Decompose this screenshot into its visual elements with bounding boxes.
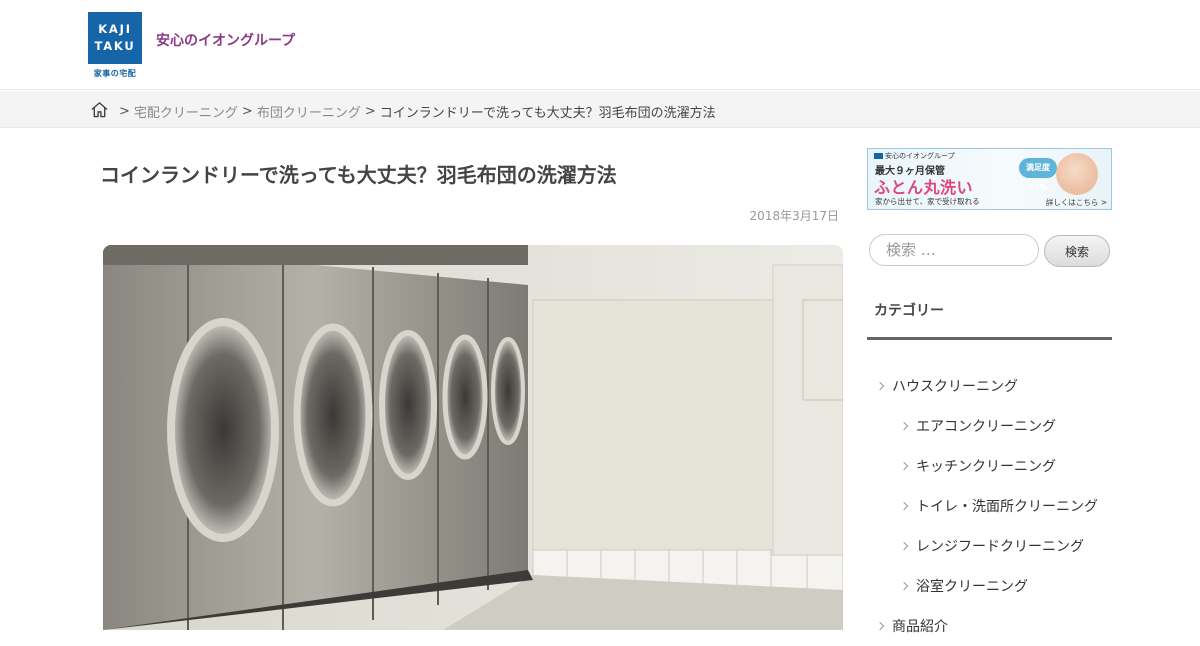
chevron-right-icon	[899, 581, 909, 591]
category-label: ハウスクリーニング	[892, 379, 1018, 395]
category-item-products[interactable]: 商品紹介	[867, 606, 1112, 646]
post-title: コインランドリーで洗っても大丈夫？羽毛布団の洗濯方法	[100, 163, 617, 187]
category-label: レンジフードクリーニング	[916, 539, 1084, 555]
hero-image	[103, 245, 843, 630]
search-button[interactable]: 検索	[1044, 235, 1110, 267]
site-logo[interactable]: KAJI TAKU 家事の宅配	[88, 12, 142, 80]
banner-details-link: 詳しくはこちら >	[1045, 198, 1107, 207]
satisfaction-badge: 満足度 97%	[1019, 158, 1057, 192]
breadcrumb-separator: >	[364, 104, 376, 119]
banner-brand: 安心のイオングループ	[874, 151, 955, 161]
category-label: キッチンクリーニング	[916, 459, 1056, 475]
category-item-toilet-cleaning[interactable]: トイレ・洗面所クリーニング	[867, 486, 1112, 526]
breadcrumb: > 宅配クリーニング > 布団クリーニング > コインランドリーで洗っても大丈夫…	[90, 101, 716, 122]
breadcrumb-current: コインランドリーで洗っても大丈夫？羽毛布団の洗濯方法	[379, 106, 716, 121]
category-item-rangehood-cleaning[interactable]: レンジフードクリーニング	[867, 526, 1112, 566]
category-item-kitchen-cleaning[interactable]: キッチンクリーニング	[867, 446, 1112, 486]
chevron-right-icon	[899, 501, 909, 511]
chevron-right-icon	[899, 541, 909, 551]
logo-line1: KAJI	[98, 22, 132, 36]
category-label: 浴室クリーニング	[916, 579, 1028, 595]
home-icon[interactable]	[90, 101, 115, 122]
category-list: ハウスクリーニング エアコンクリーニング キッチンクリーニング トイレ・洗面所ク…	[867, 366, 1112, 646]
breadcrumb-item-futon-cleaning[interactable]: 布団クリーニング	[257, 102, 361, 121]
logo-line2: TAKU	[94, 39, 136, 53]
chevron-right-icon	[899, 421, 909, 431]
chevron-right-icon	[899, 461, 909, 471]
baby-photo	[1056, 153, 1098, 195]
category-label: トイレ・洗面所クリーニング	[916, 499, 1098, 515]
category-label: エアコンクリーニング	[916, 419, 1056, 435]
banner-brand-text: 安心のイオングループ	[885, 152, 955, 160]
chevron-right-icon	[875, 621, 885, 631]
category-item-house-cleaning[interactable]: ハウスクリーニング	[867, 366, 1112, 406]
category-divider	[867, 337, 1112, 340]
breadcrumb-separator: >	[119, 104, 130, 119]
site-tagline: 安心のイオングループ	[156, 33, 296, 49]
post-date: 2018年3月17日	[749, 209, 839, 223]
brand-logo-icon	[874, 153, 883, 159]
banner-title: ふとん丸洗い	[874, 178, 974, 197]
futon-wash-banner[interactable]: 安心のイオングループ 最大９ヶ月保管 ふとん丸洗い 家から出せて、家で受け取れる…	[867, 148, 1112, 210]
category-heading: カテゴリー	[874, 303, 944, 319]
logo-mark: KAJI TAKU	[88, 12, 142, 64]
category-item-bathroom-cleaning[interactable]: 浴室クリーニング	[867, 566, 1112, 606]
search-input[interactable]	[869, 234, 1039, 266]
chevron-right-icon	[875, 381, 885, 391]
logo-subtitle: 家事の宅配	[93, 69, 137, 78]
category-label: 商品紹介	[892, 619, 948, 635]
site-header: KAJI TAKU 家事の宅配 安心のイオングループ	[0, 0, 1200, 90]
breadcrumb-bar: > 宅配クリーニング > 布団クリーニング > コインランドリーで洗っても大丈夫…	[0, 91, 1200, 128]
breadcrumb-separator: >	[241, 104, 253, 119]
category-item-aircon-cleaning[interactable]: エアコンクリーニング	[867, 406, 1112, 446]
breadcrumb-item-delivery-cleaning[interactable]: 宅配クリーニング	[134, 102, 238, 121]
banner-note: 家から出せて、家で受け取れる	[875, 197, 980, 206]
